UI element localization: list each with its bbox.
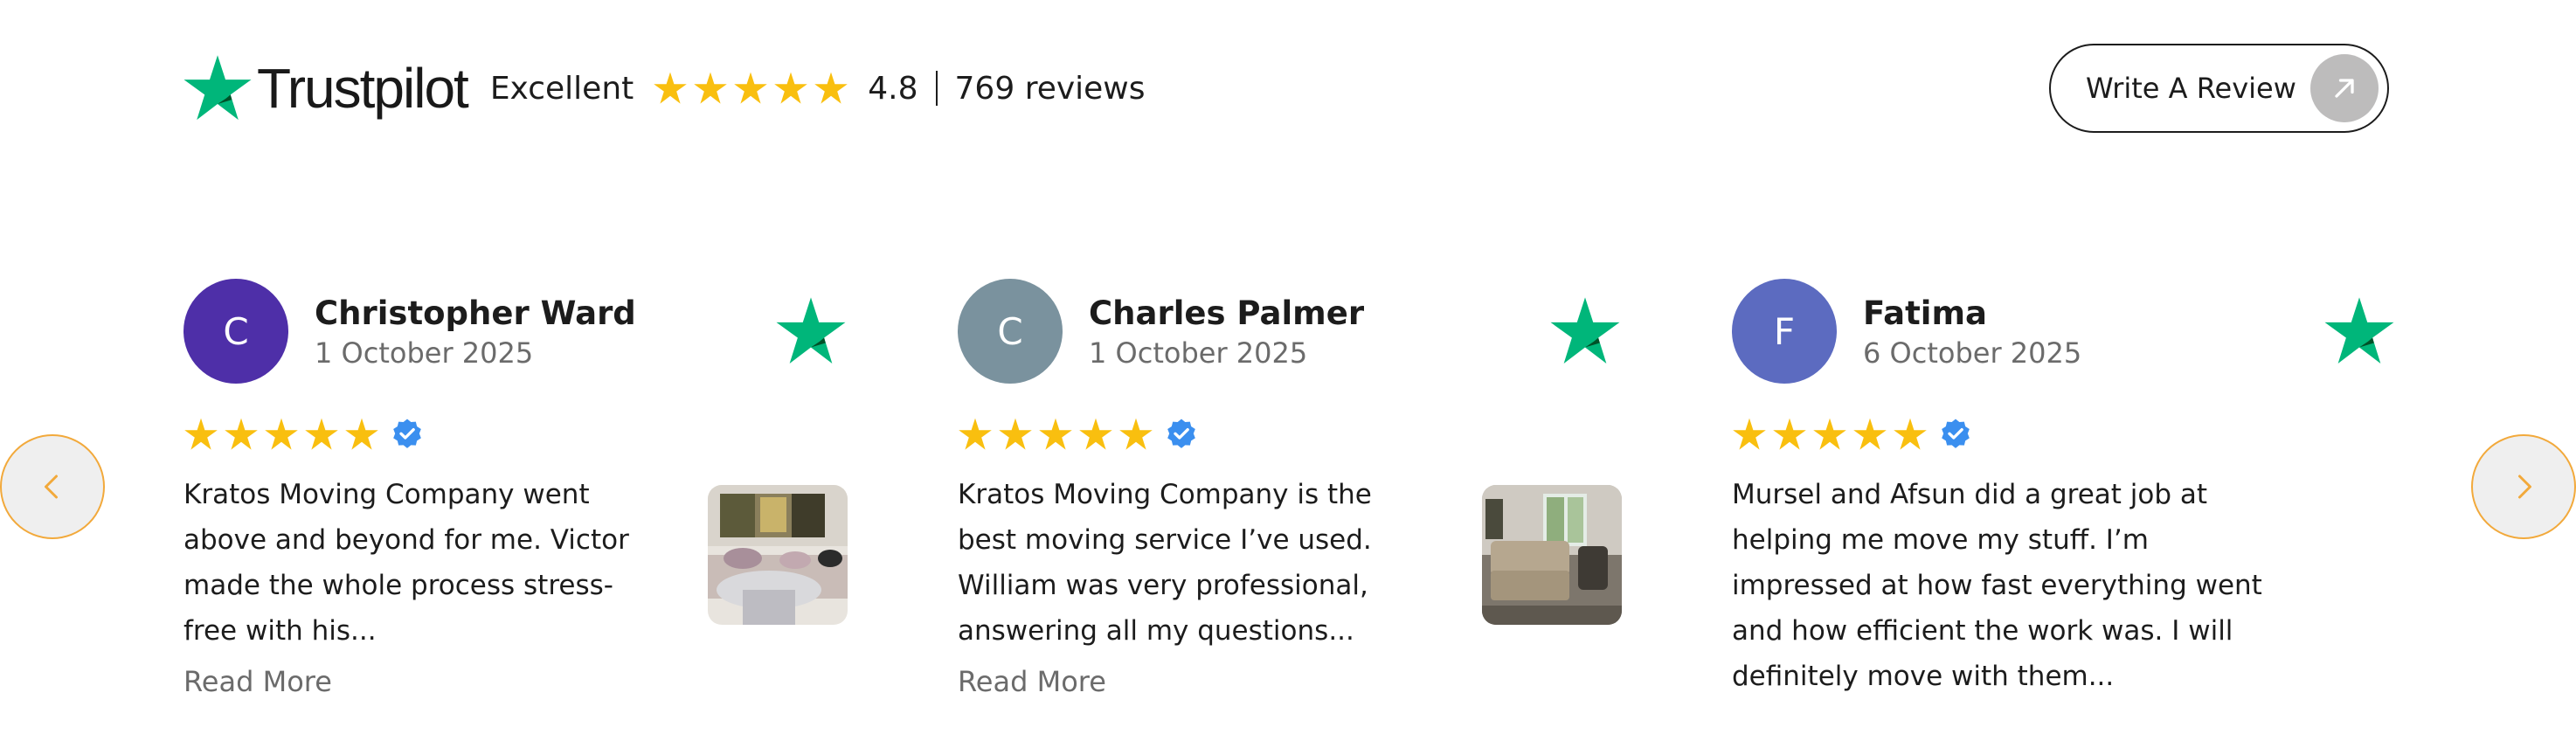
trustpilot-summary: Trustpilot Excellent 4.8 769 reviews bbox=[182, 49, 1146, 128]
trustpilot-star-icon bbox=[184, 55, 252, 121]
star-icon bbox=[1893, 417, 1928, 452]
reviewer-name: Fatima bbox=[1863, 294, 1987, 332]
review-date: 1 October 2025 bbox=[315, 336, 534, 370]
review-date: 6 October 2025 bbox=[1863, 336, 2082, 370]
reviewer-name: Charles Palmer bbox=[1089, 294, 1365, 332]
verified-badge-icon bbox=[1933, 417, 1973, 452]
review-text: Kratos Moving Company is the best moving… bbox=[958, 479, 1372, 647]
chevron-left-icon bbox=[45, 474, 58, 499]
trustpilot-star-icon bbox=[774, 294, 848, 368]
review-photo[interactable] bbox=[708, 485, 848, 625]
star-icon bbox=[734, 72, 768, 104]
write-review-label: Write A Review bbox=[2086, 72, 2296, 105]
header-star-rating bbox=[653, 71, 848, 106]
trustpilot-star-icon bbox=[2323, 294, 2396, 368]
write-review-button[interactable]: Write A Review bbox=[2049, 44, 2389, 133]
verified-badge-icon bbox=[384, 417, 425, 452]
review-text: Mursel and Afsun did a great job at help… bbox=[1732, 479, 2262, 692]
rating-value: 4.8 bbox=[868, 70, 918, 107]
star-icon bbox=[1038, 417, 1073, 452]
star-icon bbox=[224, 417, 259, 452]
read-more-link[interactable]: Read More bbox=[184, 665, 332, 698]
review-date: 1 October 2025 bbox=[1089, 336, 1308, 370]
review-card: C Christopher Ward 1 October 2025 Kratos… bbox=[184, 279, 848, 716]
review-star-rating bbox=[184, 417, 425, 452]
review-star-rating bbox=[958, 417, 1199, 452]
review-count[interactable]: 769 reviews bbox=[955, 71, 1146, 107]
reviewer-name: Christopher Ward bbox=[315, 294, 636, 332]
star-icon bbox=[1852, 417, 1887, 452]
star-icon bbox=[694, 72, 728, 104]
review-text: Kratos Moving Company went above and bey… bbox=[184, 479, 629, 647]
review-star-rating bbox=[1732, 417, 1973, 452]
avatar: C bbox=[958, 279, 1063, 384]
divider bbox=[935, 71, 938, 106]
trustpilot-star-icon bbox=[1548, 294, 1622, 368]
trustpilot-wordmark: Trustpilot bbox=[257, 57, 469, 120]
arrow-up-right-icon bbox=[2310, 54, 2379, 122]
trustpilot-logo[interactable]: Trustpilot bbox=[182, 52, 469, 124]
star-icon bbox=[1732, 417, 1767, 452]
review-card: C Charles Palmer 1 October 2025 Kratos M… bbox=[958, 279, 1622, 716]
star-icon bbox=[1772, 417, 1807, 452]
chevron-right-icon bbox=[2518, 474, 2531, 499]
star-icon bbox=[814, 72, 848, 104]
avatar: C bbox=[184, 279, 288, 384]
verified-badge-icon bbox=[1159, 417, 1199, 452]
review-card: F Fatima 6 October 2025 Mursel and Afsun… bbox=[1732, 279, 2396, 716]
star-icon bbox=[998, 417, 1033, 452]
star-icon bbox=[1812, 417, 1847, 452]
star-icon bbox=[774, 72, 808, 104]
star-icon bbox=[264, 417, 299, 452]
carousel-next-button[interactable] bbox=[2471, 434, 2576, 539]
review-photo[interactable] bbox=[1482, 485, 1622, 625]
star-icon bbox=[184, 417, 218, 452]
star-icon bbox=[958, 417, 993, 452]
star-icon bbox=[304, 417, 339, 452]
star-icon bbox=[344, 417, 379, 452]
star-icon bbox=[1118, 417, 1153, 452]
read-more-link[interactable]: Read More bbox=[958, 665, 1106, 698]
star-icon bbox=[1078, 417, 1113, 452]
avatar: F bbox=[1732, 279, 1837, 384]
carousel-prev-button[interactable] bbox=[0, 434, 105, 539]
rating-word: Excellent bbox=[489, 70, 634, 107]
star-icon bbox=[654, 72, 688, 104]
